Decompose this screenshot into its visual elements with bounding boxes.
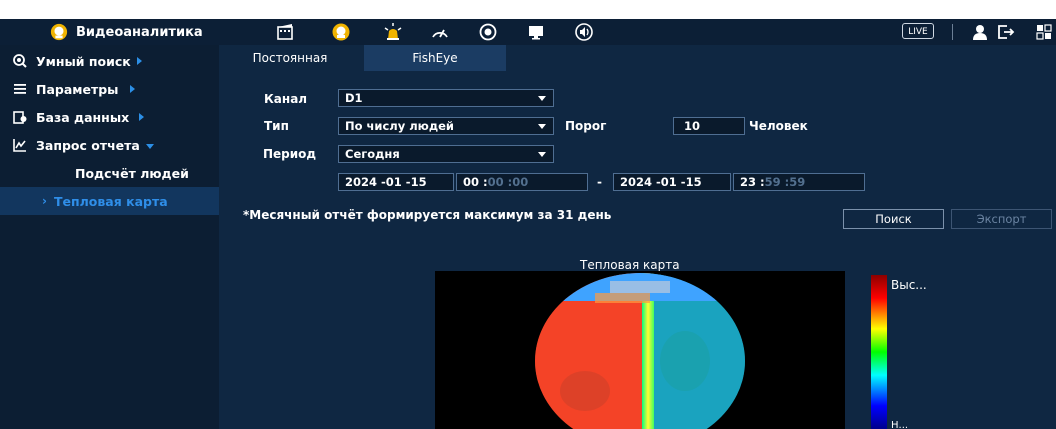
- grid-icon[interactable]: [1034, 22, 1054, 42]
- end-date-input[interactable]: 2024 -01 -15: [613, 173, 731, 191]
- heatmap-title: Тепловая карта: [580, 258, 680, 272]
- topbar-divider: [952, 24, 953, 40]
- type-select[interactable]: По числу людей: [338, 117, 554, 135]
- top-white-strip: [0, 0, 1056, 19]
- sidebar-subitem-label: Тепловая карта: [54, 193, 168, 209]
- legend-low-label: Н...: [891, 420, 909, 429]
- channel-label: Канал: [264, 92, 308, 106]
- chevron-right-icon: [130, 85, 136, 93]
- top-bar: Видеоаналитика LIVE: [0, 19, 1056, 45]
- type-value: По числу людей: [345, 119, 454, 133]
- face-icon[interactable]: [331, 22, 351, 42]
- sidebar-item-smart-search[interactable]: Умный поиск: [0, 47, 219, 75]
- database-icon: [13, 111, 27, 124]
- user-icon[interactable]: [970, 22, 990, 42]
- sidebar: Умный поиск Параметры База данных Запрос…: [0, 45, 219, 429]
- end-time-rest: 59 :59: [764, 175, 806, 189]
- live-button[interactable]: LIVE: [902, 23, 934, 39]
- app-title: Видеоаналитика: [76, 24, 203, 40]
- start-date-input[interactable]: 2024 -01 -15: [338, 173, 454, 191]
- alarm-icon[interactable]: [383, 22, 403, 42]
- sidebar-subitem-heatmap[interactable]: › Тепловая карта: [0, 187, 219, 215]
- period-label: Период: [263, 147, 317, 161]
- export-button[interactable]: Экспорт: [951, 209, 1052, 229]
- list-icon: [14, 84, 26, 94]
- legend-high-label: Выс...: [891, 278, 927, 292]
- gauge-icon[interactable]: [430, 22, 450, 42]
- channel-value: D1: [345, 91, 363, 105]
- tab-fisheye[interactable]: FishEye: [364, 45, 506, 71]
- sidebar-item-label: Умный поиск: [36, 53, 131, 69]
- fisheye-heatmap: [535, 273, 745, 429]
- chevron-down-icon: [538, 96, 546, 101]
- heatmap-image: [435, 271, 845, 429]
- channel-select[interactable]: D1: [338, 89, 554, 107]
- start-time-input[interactable]: 00 :00 :00: [456, 173, 588, 191]
- period-select[interactable]: Сегодня: [338, 145, 554, 163]
- threshold-unit: Человек: [749, 119, 808, 133]
- heatmap-legend-bar: [871, 275, 887, 429]
- chevron-down-icon: [538, 152, 546, 157]
- tab-constant[interactable]: Постоянная: [232, 45, 348, 71]
- chevron-right-icon: [136, 57, 142, 65]
- record-icon[interactable]: [478, 22, 498, 42]
- app-brand[interactable]: Видеоаналитика: [50, 19, 203, 45]
- app-window: Видеоаналитика LIVE Умный поиск Параметр…: [0, 0, 1056, 429]
- sidebar-item-database[interactable]: База данных: [0, 103, 219, 131]
- date-range-dash: -: [597, 175, 602, 189]
- sidebar-subitem-label: Подсчёт людей: [75, 165, 189, 181]
- search-button[interactable]: Поиск: [843, 209, 944, 229]
- sidebar-item-label: База данных: [36, 109, 130, 125]
- start-time-rest: 00 :00: [487, 175, 529, 189]
- period-value: Сегодня: [345, 147, 400, 161]
- end-time-input[interactable]: 23 :59 :59: [733, 173, 865, 191]
- chevron-down-icon: [145, 143, 154, 149]
- logout-icon[interactable]: [996, 22, 1016, 42]
- film-icon[interactable]: [275, 22, 295, 42]
- start-time-hours: 00 :: [463, 175, 488, 189]
- chevron-down-icon: [538, 124, 546, 129]
- smart-search-icon: [13, 54, 27, 68]
- monitor-icon[interactable]: [526, 22, 546, 42]
- sidebar-item-label: Запрос отчета: [36, 137, 140, 153]
- sidebar-item-parameters[interactable]: Параметры: [0, 75, 219, 103]
- threshold-label: Порог: [565, 119, 607, 133]
- end-time-hours: 23 :: [740, 175, 765, 189]
- face-analytics-icon: [50, 23, 68, 41]
- threshold-input[interactable]: 10: [673, 117, 745, 135]
- monthly-report-note: *Месячный отчёт формируется максимум за …: [243, 208, 612, 222]
- sidebar-item-label: Параметры: [36, 81, 119, 97]
- sidebar-item-report-query[interactable]: Запрос отчета: [0, 131, 219, 159]
- chevron-right-icon: [139, 113, 145, 121]
- sidebar-subitem-people-count[interactable]: Подсчёт людей: [0, 159, 219, 187]
- speaker-icon[interactable]: [574, 22, 594, 42]
- report-icon: [13, 139, 26, 152]
- type-label: Тип: [264, 119, 289, 133]
